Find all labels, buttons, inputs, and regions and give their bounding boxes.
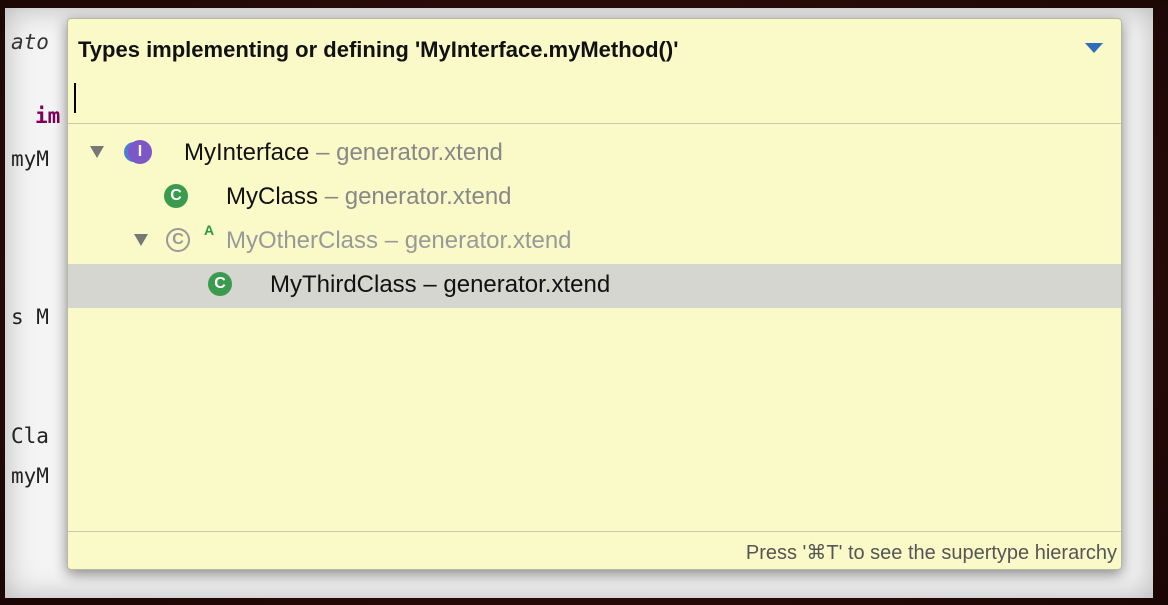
popup-title: Types implementing or defining 'MyInterf… bbox=[78, 37, 679, 62]
text-caret bbox=[74, 83, 76, 113]
tree-item-myclass[interactable]: C MyClass – generator.xtend bbox=[68, 174, 1121, 218]
status-hint: Press '⌘T' to see the supertype hierarch… bbox=[745, 542, 1117, 564]
code-line: ato bbox=[11, 30, 49, 54]
code-line: myM bbox=[11, 464, 49, 488]
tree-item-myinterface[interactable]: I MyInterface – generator.xtend bbox=[68, 130, 1121, 174]
code-line: myM bbox=[11, 147, 49, 171]
separator: – bbox=[324, 183, 339, 210]
type-name: MyOtherClass bbox=[226, 227, 379, 254]
type-name: MyInterface bbox=[184, 139, 310, 166]
type-location: generator.xtend bbox=[336, 139, 503, 166]
tree-item-label: MyInterface – generator.xtend bbox=[184, 139, 503, 167]
type-name: MyClass bbox=[226, 183, 319, 210]
view-menu-icon[interactable] bbox=[1085, 43, 1103, 53]
abstract-class-icon: C bbox=[166, 228, 190, 252]
filter-input[interactable] bbox=[72, 81, 1116, 121]
tree-item-myotherclass[interactable]: C A MyOtherClass – generator.xtend bbox=[68, 218, 1121, 262]
divider bbox=[68, 531, 1121, 532]
tree-item-label: MyOtherClass – generator.xtend bbox=[226, 227, 572, 255]
divider bbox=[68, 123, 1121, 124]
interface-icon: I bbox=[128, 140, 152, 164]
code-line: im bbox=[35, 104, 61, 128]
type-location: generator.xtend bbox=[443, 271, 611, 298]
type-name: MyThirdClass bbox=[270, 271, 417, 298]
tree-item-label: MyThirdClass – generator.xtend bbox=[270, 271, 610, 299]
abstract-marker: A bbox=[204, 222, 215, 238]
type-location: generator.xtend bbox=[344, 183, 512, 210]
tree-item-label: MyClass – generator.xtend bbox=[226, 183, 512, 211]
class-icon: C bbox=[164, 184, 188, 208]
code-line: Cla bbox=[11, 424, 49, 448]
type-location: generator.xtend bbox=[404, 227, 572, 254]
tree-item-mythirdclass[interactable]: C MyThirdClass – generator.xtend bbox=[68, 264, 1121, 308]
separator: – bbox=[423, 271, 437, 298]
type-hierarchy-popup: Types implementing or defining 'MyInterf… bbox=[67, 18, 1122, 570]
separator: – bbox=[316, 139, 330, 166]
class-icon: C bbox=[208, 272, 232, 296]
expanded-twisty-icon[interactable] bbox=[134, 234, 148, 246]
separator: – bbox=[384, 227, 399, 254]
code-line: s M bbox=[11, 305, 49, 329]
expanded-twisty-icon[interactable] bbox=[90, 146, 104, 158]
